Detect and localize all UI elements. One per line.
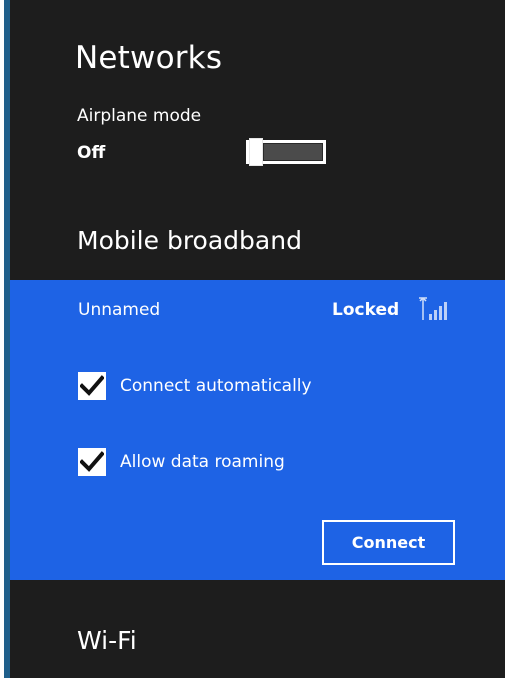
network-status-locked: Locked — [332, 300, 400, 320]
airplane-mode-toggle[interactable] — [246, 138, 326, 166]
cellular-signal-icon — [419, 297, 447, 320]
airplane-mode-state: Off — [77, 143, 106, 163]
connect-button[interactable]: Connect — [322, 520, 455, 565]
allow-data-roaming-option[interactable]: Allow data roaming — [78, 448, 285, 476]
allow-data-roaming-checkbox[interactable] — [78, 448, 106, 476]
networks-title: Networks — [75, 40, 223, 76]
mobile-broadband-title: Mobile broadband — [77, 226, 302, 255]
connect-automatically-checkbox[interactable] — [78, 372, 106, 400]
toggle-track — [263, 143, 323, 161]
allow-data-roaming-label: Allow data roaming — [120, 452, 285, 472]
checkmark-icon — [80, 451, 104, 472]
wifi-title: Wi-Fi — [77, 626, 137, 655]
airplane-mode-label: Airplane mode — [77, 106, 202, 126]
networks-panel: Networks Airplane mode Off Mobile broadb… — [0, 0, 505, 678]
toggle-thumb — [249, 138, 263, 166]
network-name: Unnamed — [78, 300, 161, 320]
connect-automatically-label: Connect automatically — [120, 376, 312, 396]
connect-automatically-option[interactable]: Connect automatically — [78, 372, 312, 400]
checkmark-icon — [80, 375, 104, 396]
